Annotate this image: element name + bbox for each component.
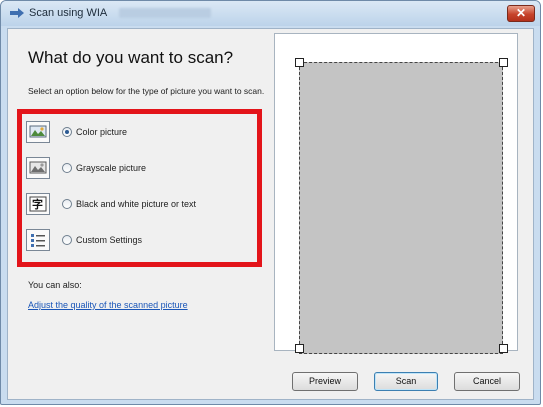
cancel-button-label: Cancel	[472, 376, 501, 386]
adjust-quality-link[interactable]: Adjust the quality of the scanned pictur…	[28, 300, 188, 310]
color-picture-radio[interactable]	[62, 127, 72, 137]
scan-area-selection[interactable]	[299, 62, 503, 354]
page-title: What do you want to scan?	[28, 48, 234, 67]
preview-button-label: Preview	[308, 376, 341, 386]
option-grayscale-picture[interactable]: Grayscale picture	[26, 157, 256, 181]
option-custom-settings[interactable]: Custom Settings	[26, 229, 256, 253]
resize-handle-bottom-left[interactable]	[295, 344, 304, 353]
option-label: Color picture	[76, 127, 128, 137]
color-picture-icon	[26, 121, 50, 143]
custom-settings-radio[interactable]	[62, 235, 72, 245]
window-title: Scan using WIA	[29, 7, 108, 19]
grayscale-picture-icon	[26, 157, 50, 179]
black-white-radio[interactable]	[62, 199, 72, 209]
resize-handle-top-right[interactable]	[499, 58, 508, 67]
custom-settings-icon	[26, 229, 50, 251]
close-icon: ✕	[515, 6, 527, 20]
title-redacted-text	[119, 8, 211, 18]
option-label: Custom Settings	[76, 235, 143, 245]
option-label: Grayscale picture	[76, 163, 147, 173]
preview-pane	[274, 33, 518, 354]
dialog-client-area: What do you want to scan? Select an opti…	[7, 28, 534, 400]
option-color-picture[interactable]: Color picture	[26, 121, 256, 145]
black-white-text-icon: 字	[26, 193, 50, 215]
preview-button[interactable]: Preview	[292, 372, 358, 391]
you-can-also-label: You can also:	[28, 280, 82, 290]
instructions-text: Select an option below for the type of p…	[28, 86, 265, 96]
resize-handle-top-left[interactable]	[295, 58, 304, 67]
svg-text:字: 字	[32, 197, 43, 211]
cancel-button[interactable]: Cancel	[454, 372, 520, 391]
close-button[interactable]: ✕	[507, 5, 535, 22]
scan-button-label: Scan	[395, 376, 417, 386]
option-label: Black and white picture or text	[76, 199, 197, 209]
resize-handle-bottom-right[interactable]	[499, 344, 508, 353]
option-black-white[interactable]: 字 Black and white picture or text	[26, 193, 256, 217]
scan-button[interactable]: Scan	[374, 372, 438, 391]
scan-dialog-window: Scan using WIA ✕ What do you want to sca…	[0, 0, 541, 405]
title-bar[interactable]: Scan using WIA ✕	[1, 1, 540, 26]
scanner-arrow-icon	[10, 8, 24, 18]
grayscale-picture-radio[interactable]	[62, 163, 72, 173]
